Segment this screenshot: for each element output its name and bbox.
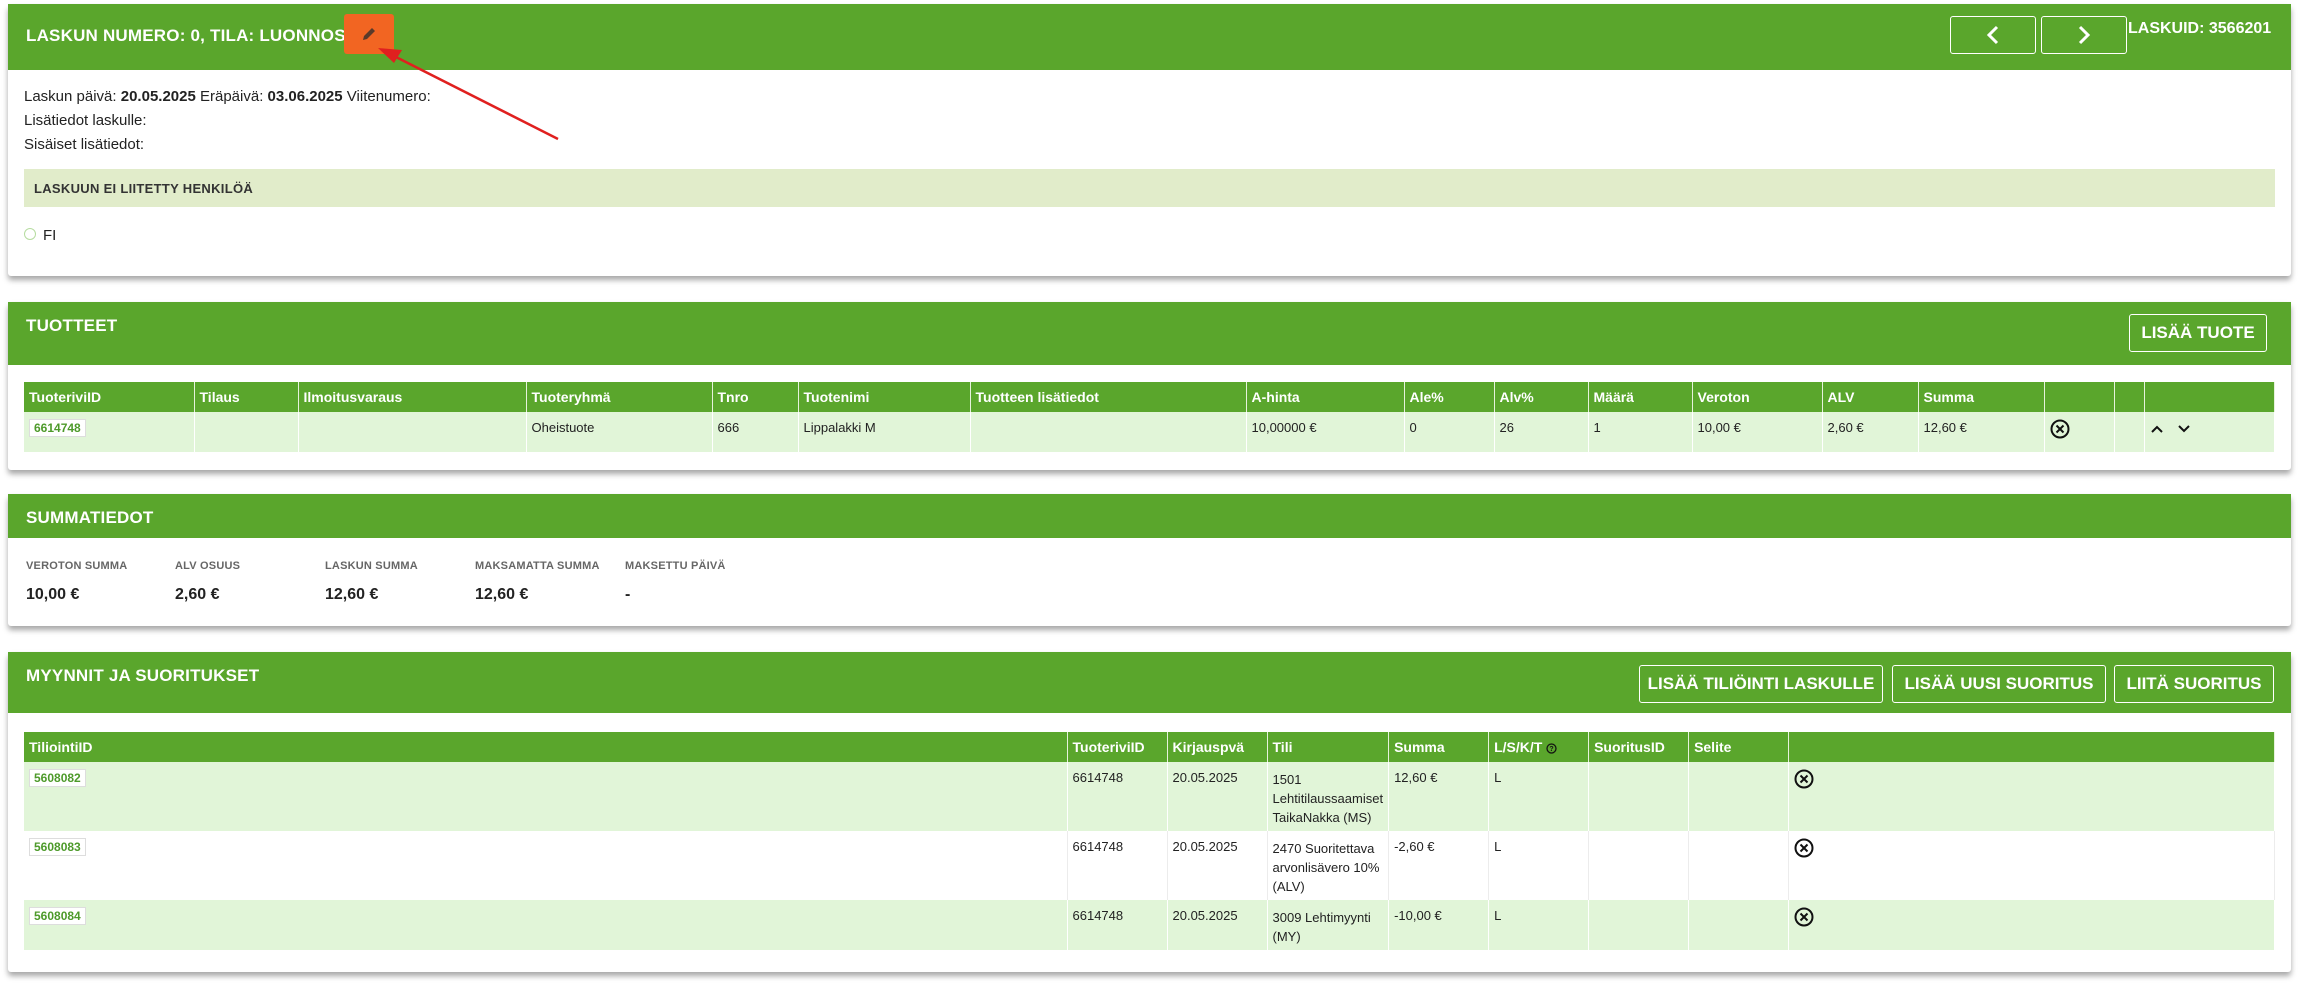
cell-alv: 2,60 €	[1822, 412, 1919, 452]
summary-alv: ALV OSUUS 2,60 €	[175, 560, 241, 603]
col-tuotenimi[interactable]: Tuotenimi	[798, 382, 971, 412]
col-veroton[interactable]: Veroton	[1692, 382, 1823, 412]
sales-panel: MYYNNIT JA SUORITUKSET LISÄÄ TILIÖINTI L…	[8, 652, 2291, 972]
col-selite[interactable]: Selite	[1688, 732, 1790, 762]
col-ale[interactable]: Ale%	[1404, 382, 1495, 412]
sales-header: MYYNNIT JA SUORITUKSET LISÄÄ TILIÖINTI L…	[8, 652, 2291, 713]
no-person-banner: LASKUUN EI LIITETTY HENKILÖÄ	[24, 169, 2275, 207]
col-tili[interactable]: Tili	[1267, 732, 1390, 762]
invoice-dates: Laskun päivä: 20.05.2025 Eräpäivä: 03.06…	[24, 88, 431, 105]
language-radio[interactable]	[24, 228, 36, 240]
internal-info-label: Sisäiset lisätiedot:	[24, 136, 145, 153]
summary-title: SUMMATIEDOT	[26, 508, 154, 527]
delete-row-icon[interactable]	[1794, 907, 1814, 927]
extra-info-label: Lisätiedot laskulle:	[24, 112, 147, 129]
cell-tili: 2470 Suoritettava arvonlisävero 10% (ALV…	[1267, 831, 1390, 900]
help-icon[interactable]: ?	[1546, 743, 1557, 754]
summary-maksamatta: MAKSAMATTA SUMMA 12,60 €	[475, 560, 600, 603]
language-label: FI	[43, 227, 57, 244]
col-lisatiedot[interactable]: Tuotteen lisätiedot	[970, 382, 1247, 412]
sales-table: TiliointiID TuoteriviID Kirjauspvä Tili …	[24, 732, 2275, 950]
products-header: TUOTTEET LISÄÄ TUOTE	[8, 302, 2291, 365]
pencil-icon	[363, 28, 375, 40]
col-lskt[interactable]: L/S/K/T ?	[1488, 732, 1590, 762]
next-invoice-button[interactable]	[2041, 16, 2127, 54]
table-row: 6614748 Oheistuote 666 Lippalakki M 10,0…	[24, 412, 2275, 452]
tiliointi-id-link[interactable]: 5608083	[29, 838, 86, 856]
svg-text:?: ?	[1550, 746, 1554, 753]
invoice-header: LASKUN NUMERO: 0, TILA: LUONNOS LASKUID:…	[8, 4, 2291, 70]
due-date: 03.06.2025	[267, 88, 343, 105]
summary-laskun-summa: LASKUN SUMMA 12,60 €	[325, 560, 418, 603]
invoice-panel: LASKUN NUMERO: 0, TILA: LUONNOS LASKUID:…	[8, 4, 2291, 276]
summary-header: SUMMATIEDOT	[8, 494, 2291, 538]
cell-tili: 1501 Lehtitilaussaamiset TaikaNakka (MS)	[1267, 762, 1390, 831]
move-up-icon[interactable]	[2150, 424, 2164, 434]
delete-row-icon[interactable]	[1794, 769, 1814, 789]
invoice-title: LASKUN NUMERO: 0, TILA: LUONNOS	[26, 26, 346, 45]
table-row: 5608082 6614748 20.05.2025 1501 Lehtitil…	[24, 762, 2275, 831]
cell-tuotenimi: Lippalakki M	[798, 412, 971, 452]
delete-row-icon[interactable]	[2050, 419, 2070, 439]
cell-maara: 1	[1588, 412, 1693, 452]
cell-tili: 3009 Lehtimyynti (MY)	[1267, 900, 1390, 950]
cell-ahinta: 10,00000 €	[1246, 412, 1405, 452]
cell-alv-pct: 26	[1494, 412, 1589, 452]
products-panel: TUOTTEET LISÄÄ TUOTE TuoteriviID Tilaus …	[8, 302, 2291, 470]
cell-tuoteryhma: Oheistuote	[526, 412, 713, 452]
table-row: 5608084 6614748 20.05.2025 3009 Lehtimyy…	[24, 900, 2275, 950]
col-summa[interactable]: Summa	[1918, 382, 2045, 412]
sales-title: MYYNNIT JA SUORITUKSET	[26, 666, 260, 685]
invoice-date: 20.05.2025	[120, 88, 196, 105]
move-down-icon[interactable]	[2177, 424, 2191, 434]
col-tuoteriviid[interactable]: TuoteriviID	[24, 382, 195, 412]
products-table: TuoteriviID Tilaus Ilmoitusvaraus Tuoter…	[24, 382, 2275, 452]
col-tiliointiid[interactable]: TiliointiID	[24, 732, 1068, 762]
summary-maksettu: MAKSETTU PÄIVÄ -	[625, 560, 726, 603]
products-title: TUOTTEET	[26, 316, 118, 335]
col-alv[interactable]: ALV	[1822, 382, 1919, 412]
cell-summa: 12,60 €	[1918, 412, 2045, 452]
col-tilaus[interactable]: Tilaus	[194, 382, 299, 412]
col-summa[interactable]: Summa	[1388, 732, 1490, 762]
previous-invoice-button[interactable]	[1950, 16, 2036, 54]
col-tuoteryhma[interactable]: Tuoteryhmä	[526, 382, 713, 412]
summary-veroton: VEROTON SUMMA 10,00 €	[26, 560, 128, 603]
cell-veroton: 10,00 €	[1692, 412, 1823, 452]
col-suoritusid[interactable]: SuoritusID	[1588, 732, 1690, 762]
chevron-right-icon	[2078, 25, 2091, 45]
tiliointi-id-link[interactable]: 5608084	[29, 907, 86, 925]
col-maara[interactable]: Määrä	[1588, 382, 1693, 412]
col-ahinta[interactable]: A-hinta	[1246, 382, 1405, 412]
col-tnro[interactable]: Tnro	[712, 382, 799, 412]
cell-ale: 0	[1404, 412, 1495, 452]
col-actions-2	[2114, 382, 2145, 412]
col-tuoteriviid[interactable]: TuoteriviID	[1067, 732, 1168, 762]
chevron-left-icon	[1986, 25, 1999, 45]
tuoterivi-id-link[interactable]: 6614748	[29, 419, 86, 437]
add-payment-button[interactable]: LISÄÄ UUSI SUORITUS	[1892, 665, 2106, 703]
col-ilmoitusvaraus[interactable]: Ilmoitusvaraus	[298, 382, 527, 412]
laskuid-label: LASKUID: 3566201	[2128, 20, 2272, 37]
delete-row-icon[interactable]	[1794, 838, 1814, 858]
add-product-button[interactable]: LISÄÄ TUOTE	[2129, 314, 2267, 352]
add-posting-button[interactable]: LISÄÄ TILIÖINTI LASKULLE	[1639, 665, 1883, 703]
col-sales-actions	[1788, 732, 2275, 762]
attach-payment-button[interactable]: LIITÄ SUORITUS	[2114, 665, 2274, 703]
edit-button[interactable]	[344, 14, 394, 54]
col-kirjauspva[interactable]: Kirjauspvä	[1167, 732, 1268, 762]
reference-number-label: Viitenumero:	[346, 88, 431, 105]
tiliointi-id-link[interactable]: 5608082	[29, 769, 86, 787]
table-row: 5608083 6614748 20.05.2025 2470 Suoritet…	[24, 831, 2275, 900]
cell-tnro: 666	[712, 412, 799, 452]
col-actions-1	[2044, 382, 2115, 412]
col-actions-3	[2144, 382, 2275, 412]
col-alv-pct[interactable]: Alv%	[1494, 382, 1589, 412]
